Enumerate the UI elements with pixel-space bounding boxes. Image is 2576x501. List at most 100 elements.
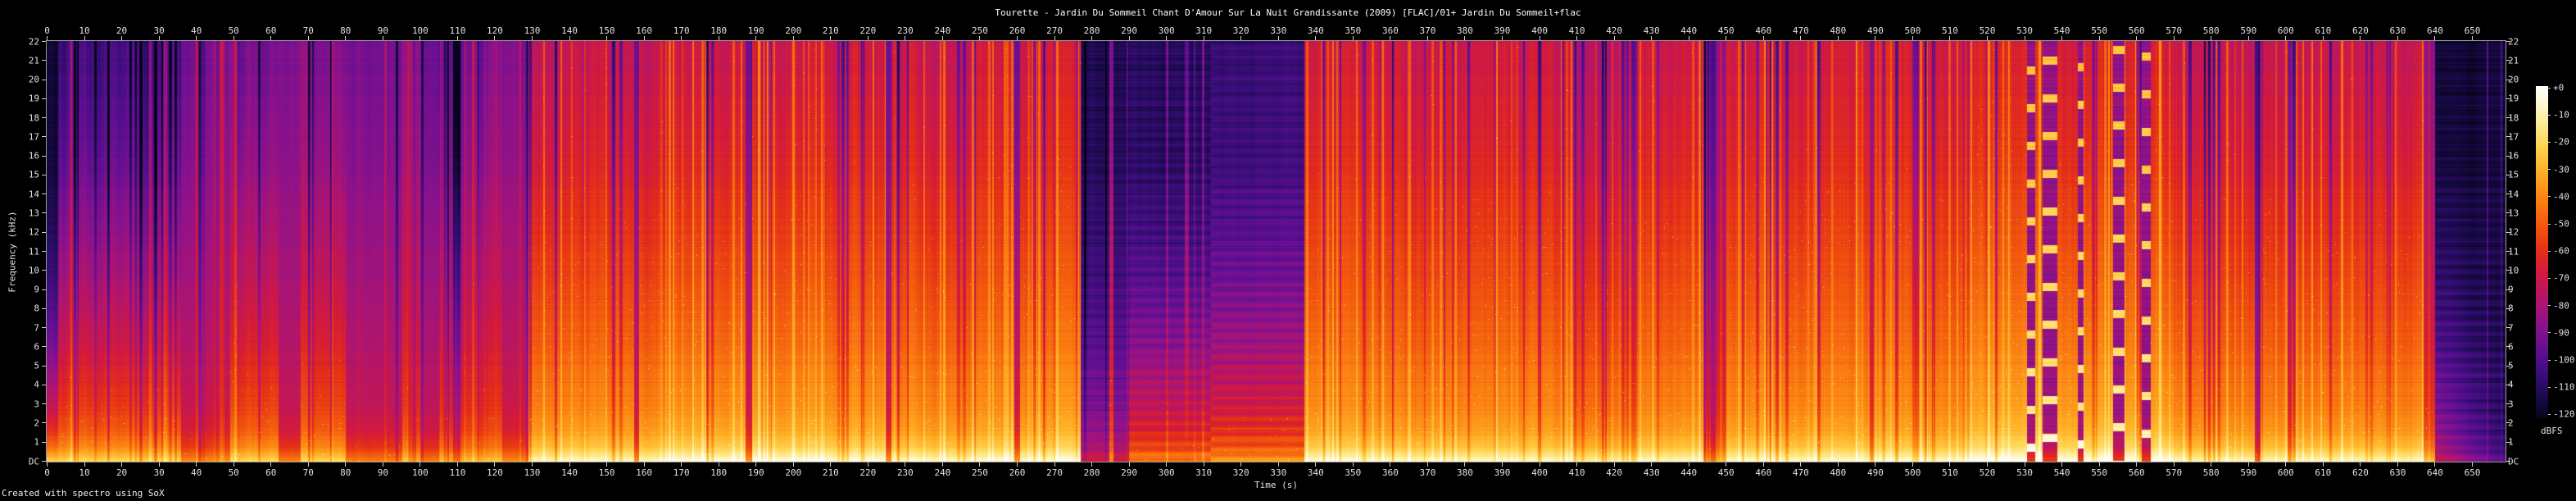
frequency-tick-label-right: DC — [2508, 457, 2519, 466]
time-tick-label-bottom: 90 — [378, 468, 388, 477]
frequency-tick-label-right: 9 — [2508, 285, 2514, 294]
time-tick-label-top: 200 — [785, 26, 801, 35]
frequency-tick-label-left: 13 — [3, 208, 39, 217]
time-tick-label-top: 240 — [934, 26, 950, 35]
frequency-tick-label-left: 12 — [3, 228, 39, 237]
time-tick-label-bottom: 520 — [1980, 468, 1996, 477]
colorbar-tick — [2548, 88, 2551, 89]
time-tick-label-top: 450 — [1718, 26, 1735, 35]
frequency-tick-label-left: 1 — [3, 438, 39, 447]
time-tick-label-bottom: 500 — [1904, 468, 1921, 477]
time-tick-label-top: 500 — [1904, 26, 1921, 35]
time-tick-label-top: 550 — [2091, 26, 2107, 35]
time-tick-label-bottom: 470 — [1793, 468, 1809, 477]
frequency-tick-label-left: 6 — [3, 342, 39, 351]
time-tick-label-bottom: 490 — [1867, 468, 1884, 477]
colorbar-tick — [2548, 251, 2551, 252]
time-tick-label-top: 430 — [1644, 26, 1660, 35]
colorbar-tick — [2548, 278, 2551, 279]
time-tick-label-bottom: 20 — [116, 468, 127, 477]
time-tick-label-top: 610 — [2315, 26, 2331, 35]
time-tick-label-top: 530 — [2016, 26, 2033, 35]
chart-title: Tourette - Jardin Du Sommeil Chant D'Amo… — [0, 8, 2576, 18]
colorbar-tick — [2548, 224, 2551, 225]
time-tick-label-bottom: 210 — [823, 468, 839, 477]
time-tick-label-top: 170 — [673, 26, 690, 35]
time-tick-label-top: 630 — [2390, 26, 2406, 35]
time-tick-label-bottom: 310 — [1195, 468, 1212, 477]
colorbar-tick-label: -120 — [2553, 410, 2575, 419]
time-tick-label-top: 370 — [1419, 26, 1435, 35]
time-tick-label-bottom: 10 — [79, 468, 89, 477]
time-axis-title: Time (s) — [47, 481, 2506, 490]
time-tick-label-bottom: 150 — [599, 468, 615, 477]
time-tick-label-bottom: 550 — [2091, 468, 2107, 477]
time-tick-label-top: 360 — [1382, 26, 1399, 35]
time-tick-label-bottom: 400 — [1531, 468, 1548, 477]
time-tick-label-top: 570 — [2166, 26, 2182, 35]
time-tick-label-top: 640 — [2427, 26, 2443, 35]
time-tick-label-bottom: 540 — [2054, 468, 2070, 477]
colorbar-unit-label: dBFS — [2541, 426, 2563, 435]
time-tick-label-bottom: 350 — [1345, 468, 1361, 477]
time-tick-label-top: 260 — [1009, 26, 1026, 35]
time-tick-label-bottom: 510 — [1942, 468, 1958, 477]
time-tick-label-bottom: 530 — [2016, 468, 2033, 477]
frequency-tick-label-left: 14 — [3, 189, 39, 198]
time-tick-label-top: 490 — [1867, 26, 1884, 35]
time-tick-label-bottom: 200 — [785, 468, 801, 477]
frequency-tick-label-left: 16 — [3, 152, 39, 161]
frequency-tick-label-right: 3 — [2508, 399, 2514, 408]
time-tick-label-bottom: 240 — [934, 468, 950, 477]
time-tick-label-top: 0 — [44, 26, 50, 35]
frequency-tick-label-right: 8 — [2508, 304, 2514, 313]
time-tick-label-top: 340 — [1308, 26, 1324, 35]
colorbar-tick — [2548, 196, 2551, 197]
time-tick-label-top: 150 — [599, 26, 615, 35]
time-tick-label-bottom: 170 — [673, 468, 690, 477]
time-tick-label-top: 230 — [897, 26, 914, 35]
time-tick-label-top: 560 — [2129, 26, 2145, 35]
frequency-tick-label-left: 3 — [3, 399, 39, 408]
frequency-tick-label-right: 14 — [2508, 189, 2519, 198]
frequency-tick-label-left: 8 — [3, 304, 39, 313]
colorbar-tick — [2548, 414, 2551, 415]
time-tick-label-top: 160 — [636, 26, 652, 35]
colorbar-tick-label: -80 — [2553, 301, 2569, 310]
time-tick-label-bottom: 80 — [340, 468, 351, 477]
frequency-tick-label-right: 1 — [2508, 438, 2514, 447]
frequency-tick-label-left: 21 — [3, 56, 39, 65]
time-tick-label-bottom: 380 — [1457, 468, 1473, 477]
frequency-tick-label-right: 5 — [2508, 362, 2514, 371]
time-tick-label-bottom: 650 — [2465, 468, 2481, 477]
time-tick-label-top: 480 — [1830, 26, 1846, 35]
credit-text: Created with spectro using SoX — [2, 489, 165, 499]
time-tick-label-bottom: 340 — [1308, 468, 1324, 477]
frequency-tick-label-right: 11 — [2508, 247, 2519, 256]
frequency-tick-label-left: 4 — [3, 380, 39, 389]
frequency-tick-label-left: 15 — [3, 171, 39, 180]
colorbar-tick — [2548, 115, 2551, 116]
time-tick-label-bottom: 440 — [1680, 468, 1697, 477]
time-tick-label-bottom: 570 — [2166, 468, 2182, 477]
frequency-tick-label-right: 19 — [2508, 94, 2519, 103]
colorbar-tick-label: +0 — [2553, 84, 2564, 93]
time-tick-label-bottom: 360 — [1382, 468, 1399, 477]
time-tick-label-bottom: 630 — [2390, 468, 2406, 477]
time-tick-label-bottom: 600 — [2278, 468, 2294, 477]
frequency-tick-label-right: 10 — [2508, 266, 2519, 275]
plot-frame — [46, 40, 2506, 462]
time-tick-label-bottom: 120 — [487, 468, 503, 477]
time-tick-label-bottom: 220 — [859, 468, 876, 477]
time-tick-label-bottom: 0 — [44, 468, 50, 477]
time-tick-label-top: 60 — [265, 26, 276, 35]
time-tick-label-bottom: 280 — [1084, 468, 1100, 477]
time-tick-label-bottom: 70 — [303, 468, 314, 477]
time-tick-label-top: 250 — [972, 26, 988, 35]
frequency-tick-label-left: 10 — [3, 266, 39, 275]
time-tick-label-bottom: 190 — [748, 468, 764, 477]
time-tick-label-bottom: 610 — [2315, 468, 2331, 477]
time-tick-label-bottom: 60 — [265, 468, 276, 477]
frequency-tick-label-left: 11 — [3, 247, 39, 256]
frequency-tick-label-right: 22 — [2508, 37, 2519, 46]
